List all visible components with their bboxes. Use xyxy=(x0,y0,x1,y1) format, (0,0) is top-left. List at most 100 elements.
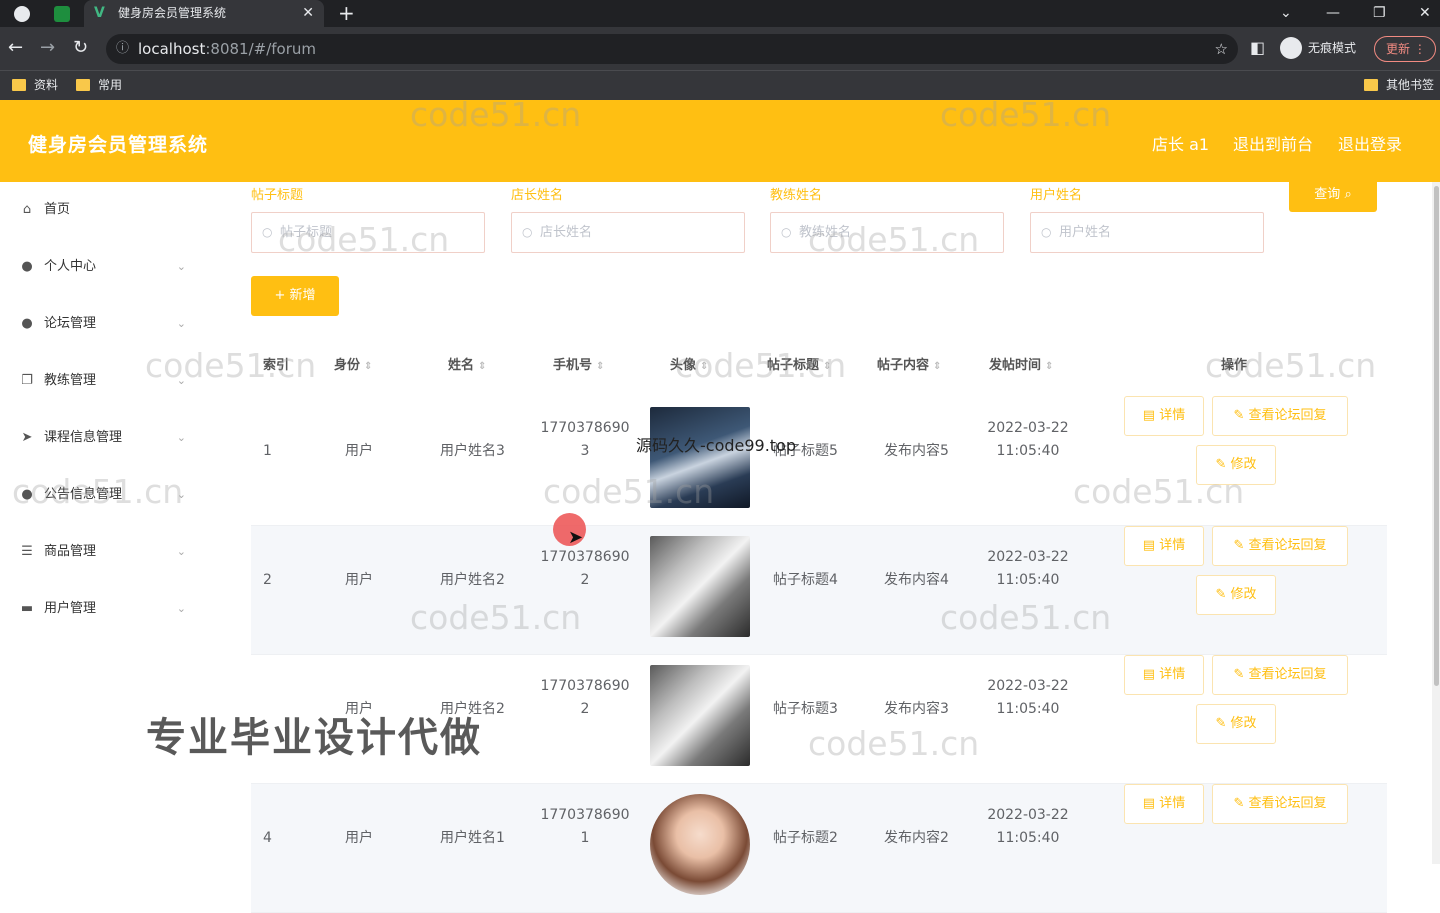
filter-label-coach: 教练姓名 xyxy=(770,188,823,203)
bookmark-star-icon[interactable]: ☆ xyxy=(1215,34,1228,64)
back-to-front-link[interactable]: 退出到前台 xyxy=(1233,131,1313,155)
sidebar-item-personal-center[interactable]: ● 个人中心 ⌄ xyxy=(0,247,208,287)
date-line: 2022-03-22 xyxy=(987,420,1069,436)
view-replies-button[interactable]: ✎ 查看论坛回复 xyxy=(1212,784,1348,824)
header-post-content[interactable]: 帖子内容 ⇕ xyxy=(877,345,941,397)
search-icon: ○ xyxy=(522,225,533,239)
detail-button[interactable]: ▤ 详情 xyxy=(1124,784,1204,824)
update-button[interactable]: 更新 ⋮ xyxy=(1374,36,1436,62)
side-panel-icon[interactable]: ◧ xyxy=(1250,36,1265,60)
cell-phone: 1770378690 2 xyxy=(537,546,633,592)
watermark: code51.cn xyxy=(675,346,847,385)
sidebar-item-home[interactable]: ⌂ 首页 xyxy=(0,190,208,230)
phone-line: 2 xyxy=(580,701,590,717)
watermark: code51.cn xyxy=(145,346,317,385)
date-line: 2022-03-22 xyxy=(987,678,1069,694)
detail-button[interactable]: ▤ 详情 xyxy=(1124,526,1204,566)
folder-icon xyxy=(12,79,26,91)
page-scrollbar-thumb[interactable] xyxy=(1434,186,1439,686)
url-bar[interactable]: ⓘ localhost:8081/#/forum ☆ xyxy=(106,34,1238,64)
detail-button[interactable]: ▤ 详情 xyxy=(1124,396,1204,436)
search-input-manager[interactable]: ○ 店长姓名 xyxy=(511,212,745,253)
avatar xyxy=(650,665,750,766)
cell-index: 4 xyxy=(263,830,272,846)
restore-icon[interactable]: ❐ xyxy=(1373,0,1386,26)
header-role[interactable]: 身份 ⇕ xyxy=(334,345,372,397)
header-label: 发帖时间 xyxy=(989,358,1042,373)
incognito-indicator[interactable]: 无痕模式 xyxy=(1278,36,1356,60)
sidebar-item-forum[interactable]: ● 论坛管理 ⌄ xyxy=(0,304,208,344)
header-label: 姓名 xyxy=(448,358,475,373)
sidebar-item-label: 用户管理 xyxy=(44,601,97,616)
detail-button[interactable]: ▤ 详情 xyxy=(1124,655,1204,695)
sidebar-item-user[interactable]: ▬ 用户管理 ⌄ xyxy=(0,589,208,629)
close-tab-icon[interactable]: ✕ xyxy=(302,0,314,27)
reload-icon[interactable]: ↻ xyxy=(73,36,88,60)
folder-icon xyxy=(76,79,90,91)
header-phone[interactable]: 手机号 ⇕ xyxy=(553,345,604,397)
filter-label-title: 帖子标题 xyxy=(251,188,304,203)
sidebar-item-label: 个人中心 xyxy=(44,259,97,274)
view-replies-button[interactable]: ✎ 查看论坛回复 xyxy=(1212,655,1348,695)
cell-name: 用户姓名1 xyxy=(440,830,505,846)
tab-search-icon[interactable]: ⌄ xyxy=(1280,0,1292,26)
avatar xyxy=(650,536,750,637)
watermark: code51.cn xyxy=(543,472,715,511)
header-post-time[interactable]: 发帖时间 ⇕ xyxy=(989,345,1053,397)
date-line: 2022-03-22 xyxy=(987,807,1069,823)
header-label: 手机号 xyxy=(553,358,593,373)
search-icon: ○ xyxy=(262,225,273,239)
add-button[interactable]: + 新增 xyxy=(251,276,339,316)
view-replies-button[interactable]: ✎ 查看论坛回复 xyxy=(1212,526,1348,566)
search-input-user[interactable]: ○ 用户姓名 xyxy=(1030,212,1264,253)
btn-label: 详情 xyxy=(1159,667,1186,682)
sort-icon[interactable]: ⇕ xyxy=(1045,361,1053,372)
address-bar-row: ← → ↻ ⓘ localhost:8081/#/forum ☆ ◧ 无痕模式 … xyxy=(0,27,1440,70)
browser-profile-icon[interactable] xyxy=(14,6,30,22)
copy-icon: ❐ xyxy=(21,373,33,388)
avatar xyxy=(650,794,750,895)
close-window-icon[interactable]: ✕ xyxy=(1419,0,1431,26)
bookmark-label: 常用 xyxy=(98,78,123,92)
new-tab-icon[interactable]: + xyxy=(338,1,355,25)
edit-button[interactable]: ✎ 修改 xyxy=(1196,704,1276,744)
cell-post-time: 2022-03-22 11:05:40 xyxy=(981,804,1075,850)
user-icon: ● xyxy=(21,259,33,274)
sidebar-item-label: 课程信息管理 xyxy=(44,430,123,445)
minimize-icon[interactable]: — xyxy=(1326,0,1340,26)
list-icon: ☰ xyxy=(21,544,33,559)
app-header: 健身房会员管理系统 店长 a1 退出到前台 退出登录 xyxy=(0,100,1440,182)
back-icon[interactable]: ← xyxy=(8,36,23,60)
forward-icon[interactable]: → xyxy=(40,36,55,60)
query-button[interactable]: 查询 ⌕ xyxy=(1289,178,1377,212)
phone-line: 2 xyxy=(580,572,590,588)
sort-icon[interactable]: ⇕ xyxy=(364,361,372,372)
other-bookmarks[interactable]: 其他书签 xyxy=(1364,71,1434,99)
sidebar-item-goods[interactable]: ☰ 商品管理 ⌄ xyxy=(0,532,208,572)
browser-tab[interactable]: V 健身房会员管理系统 ✕ xyxy=(84,0,324,27)
cell-index: 2 xyxy=(263,572,272,588)
logout-link[interactable]: 退出登录 xyxy=(1338,131,1402,155)
apps-icon[interactable] xyxy=(54,6,70,22)
input-placeholder: 店长姓名 xyxy=(540,225,593,240)
mouse-cursor-icon: ➤ xyxy=(568,527,584,548)
bookmark-folder-changyong[interactable]: 常用 xyxy=(76,71,122,99)
sort-icon[interactable]: ⇕ xyxy=(596,361,604,372)
cell-post-title: 帖子标题3 xyxy=(773,701,838,717)
cell-post-title: 帖子标题4 xyxy=(773,572,838,588)
view-replies-button[interactable]: ✎ 查看论坛回复 xyxy=(1212,396,1348,436)
edit-button[interactable]: ✎ 修改 xyxy=(1196,575,1276,615)
cell-post-content: 发布内容5 xyxy=(884,443,949,459)
site-info-icon[interactable]: ⓘ xyxy=(116,34,129,64)
sort-icon[interactable]: ⇕ xyxy=(933,361,941,372)
sort-icon[interactable]: ⇕ xyxy=(478,361,486,372)
chevron-down-icon: ⌄ xyxy=(176,431,186,444)
bookmark-folder-ziliao[interactable]: 资料 xyxy=(12,71,58,99)
cell-post-time: 2022-03-22 11:05:40 xyxy=(981,546,1075,592)
sidebar-item-label: 论坛管理 xyxy=(44,316,97,331)
cell-role: 用户 xyxy=(345,830,373,846)
sidebar-item-course[interactable]: ➤ 课程信息管理 ⌄ xyxy=(0,418,208,458)
cell-name: 用户姓名2 xyxy=(440,572,505,588)
cell-role: 用户 xyxy=(345,443,373,459)
header-name[interactable]: 姓名 ⇕ xyxy=(448,345,486,397)
